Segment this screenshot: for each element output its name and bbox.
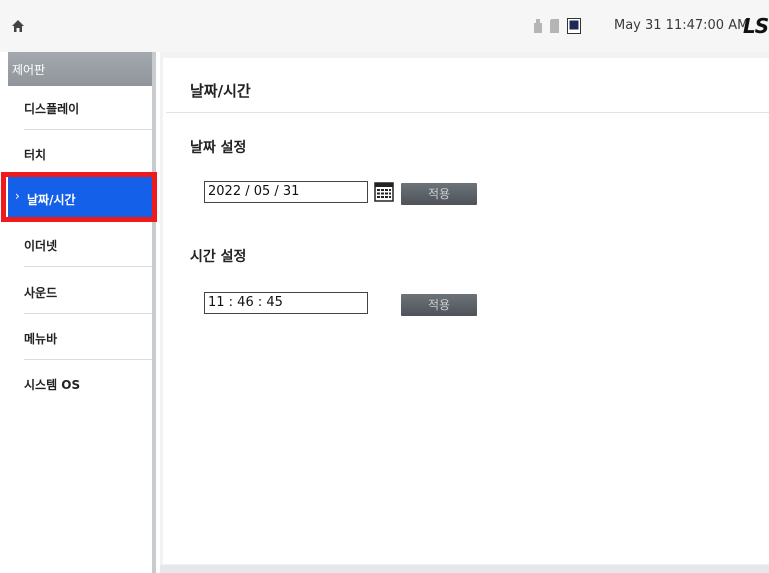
date-field[interactable]: 2022 / 05 / 31 [204, 181, 368, 203]
divider [24, 313, 152, 314]
time-field[interactable]: 11 : 46 : 45 [204, 292, 368, 314]
sidebar-header-label: 제어판 [12, 63, 46, 77]
home-icon[interactable] [10, 18, 26, 34]
sd-card-icon [550, 19, 559, 33]
sidebar: 제어판 디스플레이 터치 › 날짜/시간 이더넷 사운드 메뉴바 시스템 OS [8, 52, 152, 573]
sidebar-item-label: 터치 [24, 148, 47, 162]
ls-logo: LS [743, 14, 769, 38]
divider [24, 175, 152, 176]
ethernet-icon [567, 18, 581, 34]
sidebar-item-ethernet[interactable]: 이더넷 [8, 223, 152, 267]
usb-storage-icon [534, 19, 542, 33]
status-icons [533, 18, 581, 34]
time-apply-button[interactable]: 적용 [401, 294, 477, 316]
settings-panel: 날짜/시간 날짜 설정 2022 / 05 / 31 적용 시간 설정 11 :… [163, 58, 769, 564]
sidebar-item-system-os[interactable]: 시스템 OS [8, 362, 152, 406]
divider [24, 359, 152, 360]
sidebar-item-sound[interactable]: 사운드 [8, 270, 152, 314]
date-apply-button[interactable]: 적용 [401, 183, 477, 205]
divider [24, 266, 152, 267]
page-title: 날짜/시간 [190, 82, 251, 100]
chevron-right-icon: › [15, 189, 20, 203]
date-section-title: 날짜 설정 [190, 140, 247, 156]
sidebar-item-label: 메뉴바 [24, 332, 58, 346]
sidebar-item-label: 사운드 [24, 286, 58, 300]
sidebar-item-label: 이더넷 [24, 239, 58, 253]
sidebar-item-label: 디스플레이 [24, 102, 80, 116]
bottom-bar [160, 565, 769, 573]
divider [24, 129, 152, 130]
sidebar-header: 제어판 [8, 52, 152, 86]
sidebar-item-datetime[interactable]: › 날짜/시간 [8, 177, 152, 221]
top-bar: May 31 11:47:00 AM LS [0, 0, 769, 52]
divider [166, 112, 769, 113]
sidebar-item-label: 날짜/시간 [27, 193, 76, 207]
time-section-title: 시간 설정 [190, 249, 247, 265]
datetime-display: May 31 11:47:00 AM [614, 18, 749, 33]
sidebar-item-label: 시스템 OS [24, 378, 81, 392]
main-content: 날짜/시간 날짜 설정 2022 / 05 / 31 적용 시간 설정 11 :… [160, 52, 769, 573]
sidebar-item-touch[interactable]: 터치 [8, 132, 152, 176]
sidebar-item-display[interactable]: 디스플레이 [8, 86, 152, 130]
sidebar-border [152, 52, 156, 573]
sidebar-item-menubar[interactable]: 메뉴바 [8, 316, 152, 360]
calendar-icon[interactable] [374, 182, 394, 202]
